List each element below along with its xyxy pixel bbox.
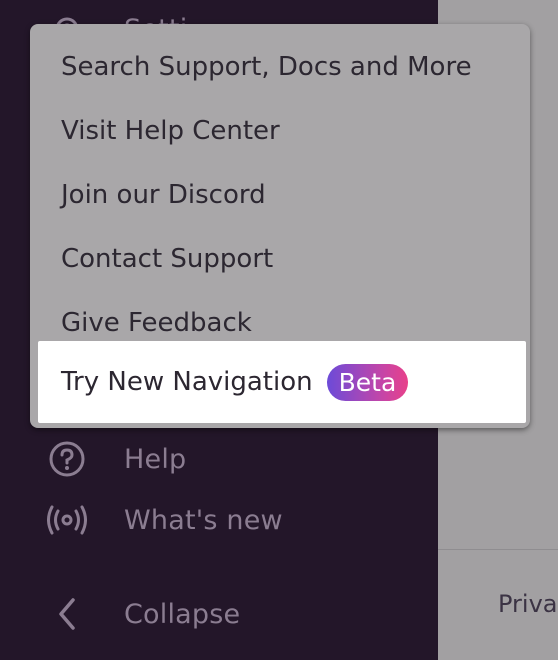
menu-item-try-new-navigation[interactable]: Try New Navigation Beta: [38, 341, 526, 423]
menu-item-contact-support[interactable]: Contact Support: [30, 227, 530, 291]
sidebar-item-whats-new[interactable]: What's new: [0, 495, 438, 545]
menu-item-label: Join our Discord: [61, 180, 266, 210]
footer-divider: [438, 549, 558, 550]
chevron-left-icon: [47, 594, 87, 634]
sidebar-item-help[interactable]: Help: [0, 434, 438, 484]
help-menu: Search Support, Docs and More Visit Help…: [30, 24, 530, 428]
menu-item-label: Contact Support: [61, 244, 274, 274]
menu-item-label: Visit Help Center: [61, 116, 280, 146]
menu-item-discord[interactable]: Join our Discord: [30, 163, 530, 227]
footer-privacy-link[interactable]: Priva: [498, 590, 558, 618]
sidebar-item-label: Help: [124, 443, 187, 475]
broadcast-icon: [47, 500, 87, 540]
collapse-button[interactable]: Collapse: [0, 589, 438, 639]
menu-item-label: Search Support, Docs and More: [61, 52, 472, 82]
menu-item-label: Try New Navigation: [61, 367, 313, 397]
menu-item-help-center[interactable]: Visit Help Center: [30, 99, 530, 163]
help-circle-icon: [47, 439, 87, 479]
beta-badge: Beta: [326, 363, 409, 401]
sidebar-item-label: What's new: [124, 504, 283, 536]
menu-item-search-support[interactable]: Search Support, Docs and More: [30, 35, 530, 99]
collapse-label: Collapse: [124, 598, 241, 630]
menu-item-label: Give Feedback: [61, 308, 252, 338]
